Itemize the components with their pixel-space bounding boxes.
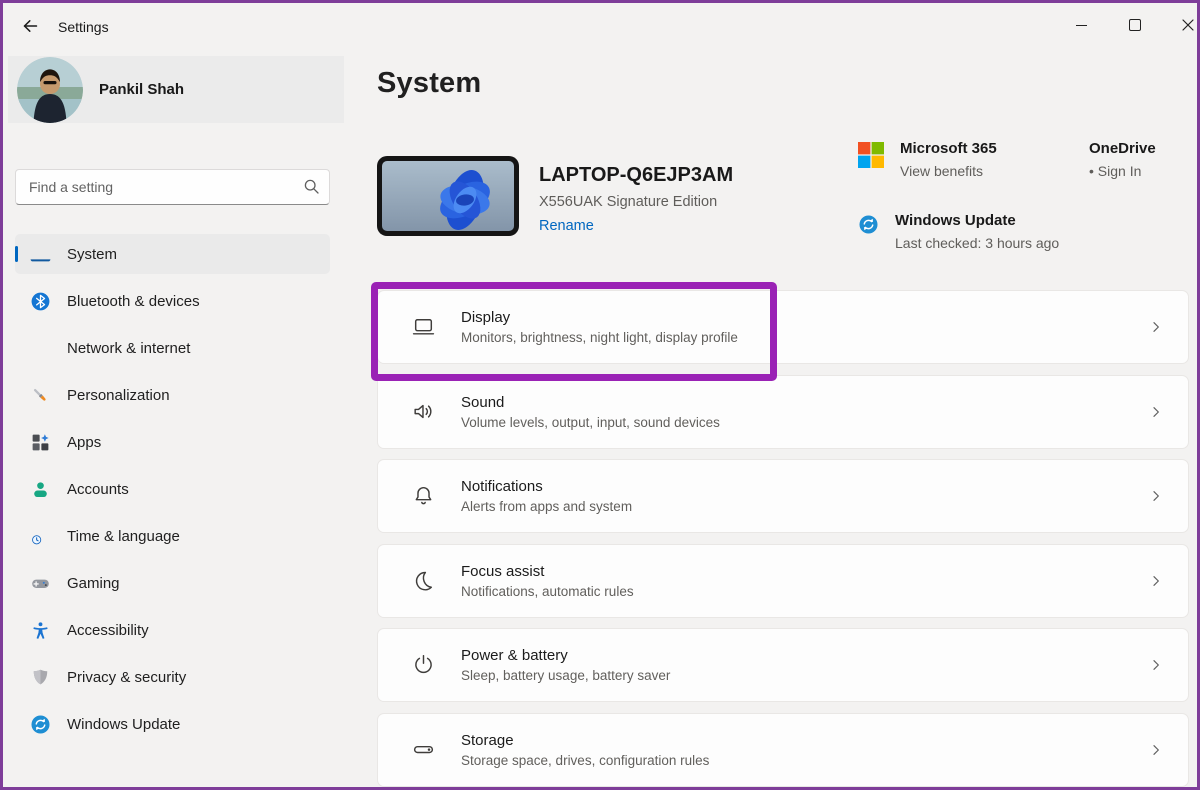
sidebar-item[interactable]: Privacy & security [15,657,330,697]
time-language-icon [30,526,51,547]
settings-row-title: Storage [461,732,709,749]
sidebar-item[interactable]: Apps [15,422,330,462]
settings-list: Display Monitors, brightness, night ligh… [377,290,1189,790]
bluetooth-icon [30,291,51,312]
settings-row-title: Notifications [461,478,632,495]
onedrive-info: OneDrive • Sign In [1033,140,1156,179]
settings-row[interactable]: Sound Volume levels, output, input, soun… [377,375,1189,449]
windows-update-icon [858,214,879,235]
sidebar-item[interactable]: Accounts [15,469,330,509]
minimize-button[interactable] [1056,3,1106,47]
settings-row-title: Sound [461,394,720,411]
chevron-right-icon [1148,319,1164,335]
display-icon [411,314,437,340]
titlebar: Settings [3,3,1197,49]
sidebar-item-label: Time & language [67,528,180,545]
settings-row-subtitle: Notifications, automatic rules [461,584,634,599]
windows-update-info: Windows Update Last checked: 3 hours ago [858,212,1059,251]
sidebar-item[interactable]: Bluetooth & devices [15,281,330,321]
sidebar-item[interactable]: Windows Update [15,704,330,744]
microsoft-365-info: Microsoft 365 View benefits [858,140,997,179]
sidebar-item[interactable]: Network & internet [15,328,330,368]
sidebar-item[interactable]: Accessibility [15,610,330,650]
search-input[interactable] [15,169,330,205]
onedrive-icon [1033,142,1073,168]
chevron-right-icon [1148,742,1164,758]
sidebar-item-label: Accounts [67,481,129,498]
settings-row-title: Focus assist [461,563,634,580]
view-benefits-link[interactable]: View benefits [900,163,997,179]
sidebar-item[interactable]: Gaming [15,563,330,603]
network-icon [30,338,51,359]
window-title: Settings [58,19,109,35]
sidebar-item-label: Network & internet [67,340,190,357]
sidebar-item[interactable]: Time & language [15,516,330,556]
device-image [377,156,519,236]
settings-row[interactable]: Focus assist Notifications, automatic ru… [377,544,1189,618]
search-box [15,169,330,205]
power-icon [411,652,437,678]
back-arrow-icon [21,17,39,35]
apps-icon [30,432,51,453]
profile-card[interactable]: Pankil Shah [8,56,344,123]
sound-icon [411,399,437,425]
notifications-icon [411,483,437,509]
storage-icon [411,737,437,763]
focus-assist-icon [411,568,437,594]
sidebar-item-label: Apps [67,434,101,451]
page-title: System [377,67,481,100]
sidebar-item-label: Windows Update [67,716,180,733]
profile-name: Pankil Shah [99,81,184,98]
sidebar-item-label: Personalization [67,387,170,404]
sidebar-item-label: Privacy & security [67,669,186,686]
search-icon [303,178,320,200]
back-button[interactable] [13,11,47,41]
settings-row-title: Power & battery [461,647,670,664]
system-icon [30,244,51,265]
windows-update-icon [30,714,51,735]
sidebar-nav: System Bluetooth & devices Network & int… [15,234,330,751]
minimize-icon [1076,25,1087,26]
settings-row-subtitle: Storage space, drives, configuration rul… [461,753,709,768]
maximize-button[interactable] [1110,3,1160,47]
close-icon [1182,19,1194,31]
gaming-icon [30,573,51,594]
settings-row[interactable]: Notifications Alerts from apps and syste… [377,459,1189,533]
chevron-right-icon [1148,573,1164,589]
microsoft-logo [858,142,884,168]
sidebar-item-label: System [67,246,117,263]
settings-row-subtitle: Sleep, battery usage, battery saver [461,668,670,683]
sidebar-item[interactable]: Personalization [15,375,330,415]
last-checked-text: Last checked: 3 hours ago [895,235,1059,251]
chevron-right-icon [1148,404,1164,420]
settings-row-subtitle: Alerts from apps and system [461,499,632,514]
chevron-right-icon [1148,657,1164,673]
settings-row[interactable]: Storage Storage space, drives, configura… [377,713,1189,787]
personalization-icon [30,385,51,406]
avatar [17,57,83,123]
sidebar-item-label: Gaming [67,575,120,592]
settings-row-title: Display [461,309,738,326]
accounts-icon [30,479,51,500]
rename-link[interactable]: Rename [539,218,594,234]
settings-window: Settings Pankil Shah System [0,0,1200,790]
maximize-icon [1129,19,1141,31]
settings-row[interactable]: Power & battery Sleep, battery usage, ba… [377,628,1189,702]
sidebar-item[interactable]: System [15,234,330,274]
windows-update-title: Windows Update [895,212,1059,229]
sidebar-item-label: Accessibility [67,622,149,639]
device-model: X556UAK Signature Edition [539,194,717,210]
microsoft-365-title: Microsoft 365 [900,140,997,157]
chevron-right-icon [1148,488,1164,504]
onedrive-title: OneDrive [1089,140,1156,157]
device-name: LAPTOP-Q6EJP3AM [539,164,733,187]
sidebar-item-label: Bluetooth & devices [67,293,200,310]
accessibility-icon [30,620,51,641]
settings-row[interactable]: Display Monitors, brightness, night ligh… [377,290,1189,364]
settings-row-subtitle: Monitors, brightness, night light, displ… [461,330,738,345]
sign-in-link[interactable]: • Sign In [1089,163,1156,179]
privacy-icon [30,667,51,688]
close-button[interactable] [1163,3,1200,47]
settings-row-subtitle: Volume levels, output, input, sound devi… [461,415,720,430]
